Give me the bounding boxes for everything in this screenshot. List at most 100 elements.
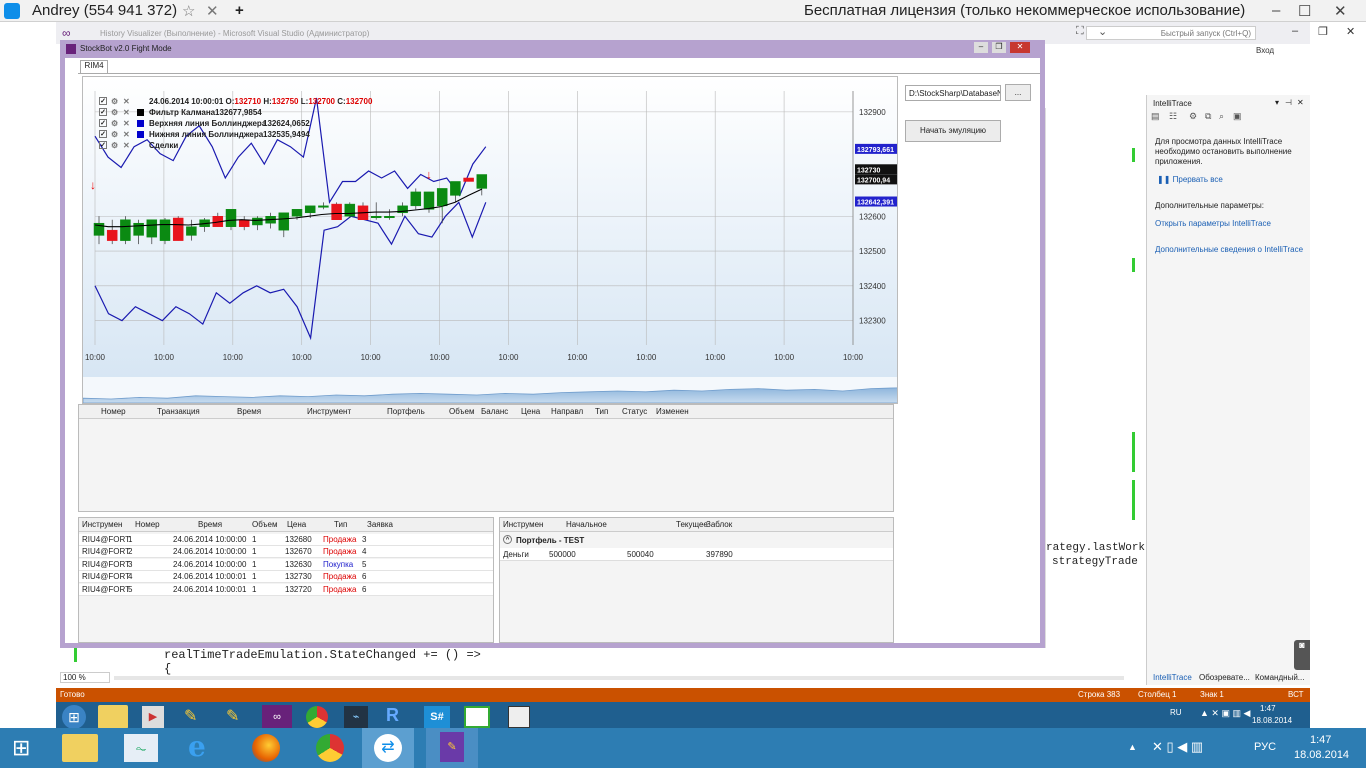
- code-editor-right[interactable]: rategy.lastWork strategyTrade: [1045, 108, 1145, 668]
- chrome-icon[interactable]: [316, 734, 344, 762]
- tab-solution-explorer[interactable]: Обозревате...: [1199, 673, 1250, 682]
- ie-icon[interactable]: e: [188, 732, 206, 762]
- collapse-icon[interactable]: ⌄: [1098, 25, 1107, 38]
- pause-all-link[interactable]: ❚❚ Прервать все: [1157, 175, 1223, 184]
- trade-row[interactable]: RIU4@FORT 4 24.06.2014 10:00:01 1 132730 Прод…: [79, 571, 493, 584]
- column-header[interactable]: Тип: [595, 407, 608, 416]
- trades-table[interactable]: Инструмен Номер Время Объем Цена Тип Заявка RI…: [78, 517, 494, 643]
- legend-remove-icon[interactable]: ✕: [123, 119, 130, 128]
- legend-settings-icon[interactable]: ⚙: [111, 130, 118, 139]
- legend-checkbox[interactable]: ✓: [99, 130, 107, 138]
- tray-up-icon[interactable]: ▲: [1128, 742, 1137, 752]
- save-icon[interactable]: ▣: [1233, 111, 1242, 122]
- star-icon[interactable]: ☆: [182, 2, 195, 20]
- column-header[interactable]: Инструмент: [307, 407, 351, 416]
- remote-start-icon[interactable]: ⊞: [62, 705, 86, 729]
- firefox-icon[interactable]: [252, 734, 280, 762]
- start-emulation-button[interactable]: Начать эмуляцию: [905, 120, 1001, 142]
- column-header[interactable]: Тип: [334, 520, 347, 529]
- clock-time[interactable]: 1:47: [1310, 734, 1331, 746]
- remote-app-icon[interactable]: [508, 706, 530, 728]
- quick-launch-input[interactable]: Быстрый запуск (Ctrl+Q): [1086, 26, 1256, 40]
- column-header[interactable]: Заблок: [706, 520, 732, 529]
- pin-dropdown-icon[interactable]: ▾: [1275, 98, 1279, 107]
- vs-minimize-icon[interactable]: –: [1292, 25, 1298, 37]
- browse-button[interactable]: ...: [1005, 84, 1031, 101]
- maximize-icon[interactable]: ☐: [1298, 2, 1311, 20]
- legend-checkbox[interactable]: ✓: [99, 141, 107, 149]
- legend-settings-icon[interactable]: ⚙: [111, 108, 118, 117]
- column-header[interactable]: Цена: [521, 407, 540, 416]
- legend-remove-icon[interactable]: ✕: [123, 141, 130, 150]
- collapse-icon[interactable]: ^: [503, 535, 512, 544]
- chart-area[interactable]: ↓ ↓ ↑ 132900 132600 132500 132400 132300 132793…: [82, 76, 898, 404]
- pin-icon[interactable]: ⊣: [1285, 98, 1292, 107]
- close-tab-icon[interactable]: ✕: [206, 2, 219, 20]
- clock-date[interactable]: 18.08.2014: [1294, 749, 1349, 761]
- legend-remove-icon[interactable]: ✕: [123, 108, 130, 117]
- column-header[interactable]: Заявка: [367, 520, 393, 529]
- column-header[interactable]: Номер: [101, 407, 126, 416]
- legend-settings-icon[interactable]: ⚙: [111, 141, 118, 150]
- column-header[interactable]: Номер: [135, 520, 160, 529]
- remote-stocksharp-icon[interactable]: S#: [424, 706, 450, 728]
- column-header[interactable]: Время: [237, 407, 261, 416]
- remote-lang[interactable]: RU: [1170, 708, 1182, 717]
- remote-r-icon[interactable]: R: [386, 705, 410, 729]
- column-header[interactable]: Цена: [287, 520, 306, 529]
- start-icon[interactable]: ⊞: [12, 737, 30, 759]
- legend-remove-icon[interactable]: ✕: [123, 97, 130, 106]
- horizontal-scrollbar[interactable]: [114, 676, 1124, 680]
- column-header[interactable]: Текущее: [676, 520, 708, 529]
- column-header[interactable]: Инструмен: [503, 520, 543, 529]
- legend-checkbox[interactable]: ✓: [99, 119, 107, 127]
- remote-pencil2-icon[interactable]: ✎: [226, 706, 239, 726]
- new-tab-icon[interactable]: +: [235, 2, 244, 19]
- orders-table[interactable]: Номер Транзакция Время Инструмент Портфель Об…: [78, 404, 894, 512]
- filter-icon[interactable]: ⧉: [1205, 111, 1211, 122]
- column-header[interactable]: Время: [198, 520, 222, 529]
- column-header[interactable]: Портфель: [387, 407, 425, 416]
- minimize-icon[interactable]: –: [1272, 2, 1280, 19]
- stockbot-restore-icon[interactable]: ❐: [992, 42, 1006, 53]
- trade-row[interactable]: RIU4@FORT 5 24.06.2014 10:00:01 1 132720 Прод…: [79, 583, 493, 596]
- column-header[interactable]: Объем: [252, 520, 278, 529]
- legend-checkbox[interactable]: ✓: [99, 97, 107, 105]
- column-header[interactable]: Баланс: [481, 407, 508, 416]
- column-header[interactable]: Направл: [551, 407, 583, 416]
- database-path-input[interactable]: D:\StockSharp\DatabaseNe: [905, 85, 1001, 101]
- column-header[interactable]: Объем: [449, 407, 475, 416]
- trade-row[interactable]: RIU4@FORT 2 24.06.2014 10:00:00 1 132670 Прод…: [79, 546, 493, 559]
- more-info-link[interactable]: Дополнительные сведения о IntelliTrace: [1155, 245, 1303, 254]
- column-header[interactable]: Статус: [622, 407, 647, 416]
- close-window-icon[interactable]: ✕: [1334, 2, 1347, 20]
- portfolio-group-row[interactable]: ^ Портфель - TEST: [500, 534, 893, 547]
- tab-rim4[interactable]: RIM4: [80, 60, 108, 73]
- column-header[interactable]: Начальное: [566, 520, 607, 529]
- pen-app-button[interactable]: ✎: [426, 728, 478, 768]
- tab-intellitrace[interactable]: IntelliTrace: [1153, 673, 1192, 682]
- legend-settings-icon[interactable]: ⚙: [111, 119, 118, 128]
- legend-settings-icon[interactable]: ⚙: [111, 97, 118, 106]
- teamviewer-side-icon[interactable]: ◙: [1294, 640, 1310, 670]
- stockbot-close-icon[interactable]: ✕: [1010, 42, 1030, 53]
- explorer-icon[interactable]: [62, 734, 98, 762]
- language-indicator[interactable]: РУС: [1254, 741, 1276, 753]
- calls-icon[interactable]: ☷: [1169, 111, 1177, 122]
- portfolio-row[interactable]: Деньги 500000 500040 397890: [500, 548, 893, 561]
- events-icon[interactable]: ▤: [1151, 111, 1160, 122]
- remote-chrome-icon[interactable]: [306, 706, 328, 728]
- monitor-icon[interactable]: ⏦: [124, 734, 158, 762]
- trade-row[interactable]: RIU4@FORT 1 24.06.2014 10:00:00 1 132680 Прод…: [79, 534, 493, 546]
- zoom-select[interactable]: 100 %: [60, 672, 110, 683]
- tab-command-window[interactable]: Командный...: [1255, 673, 1304, 682]
- remote-tray-icons[interactable]: ▲ ✕ ▣ ▥ ◀: [1200, 708, 1250, 719]
- vs-close-icon[interactable]: ✕: [1346, 25, 1355, 38]
- code-editor-bottom[interactable]: realTimeTradeEmulation.StateChanged += (…: [60, 648, 1145, 688]
- signin-link[interactable]: Вход: [1256, 46, 1274, 55]
- remote-pencil-icon[interactable]: ✎: [184, 706, 197, 726]
- trade-row[interactable]: RIU4@FORT 3 24.06.2014 10:00:00 1 132630 Поку…: [79, 558, 493, 571]
- tray-icons[interactable]: ✕ ▯ ◀ ▥: [1152, 739, 1203, 755]
- stockbot-minimize-icon[interactable]: –: [974, 42, 988, 53]
- column-header[interactable]: Транзакция: [157, 407, 200, 416]
